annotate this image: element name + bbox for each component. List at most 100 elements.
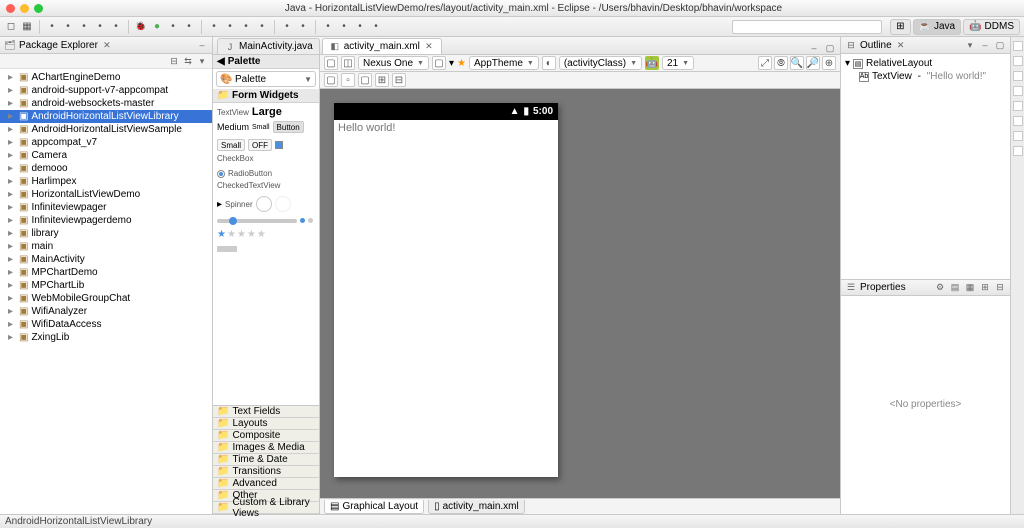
toolbar-icon[interactable] bbox=[280, 20, 294, 34]
design-canvas[interactable]: ▲ ▮ 5:00 Hello world! bbox=[320, 89, 840, 498]
close-view-icon[interactable]: ✕ bbox=[101, 39, 113, 51]
save-icon[interactable] bbox=[20, 20, 34, 34]
palette-dropdown[interactable]: 🎨 Palette▼ bbox=[216, 71, 316, 87]
api-dropdown[interactable]: 21▼ bbox=[662, 56, 694, 70]
toggle-off[interactable]: OFF bbox=[248, 139, 272, 151]
toolbar-icon[interactable] bbox=[61, 20, 75, 34]
project-item[interactable]: ▸▣AndroidHorizontalListViewSample bbox=[0, 123, 212, 136]
toolbar-icon[interactable] bbox=[166, 20, 180, 34]
toolbar-icon[interactable] bbox=[223, 20, 237, 34]
tab-xml-source[interactable]: ▯activity_main.xml bbox=[428, 500, 525, 514]
canvas-tool-icon[interactable]: ⊞ bbox=[375, 73, 389, 87]
editor-tab-xml[interactable]: ◧ activity_main.xml ✕ bbox=[322, 38, 442, 54]
toolbar-icon[interactable] bbox=[369, 20, 383, 34]
gutter-icon[interactable] bbox=[1013, 41, 1023, 51]
toolbar-icon[interactable] bbox=[337, 20, 351, 34]
prop-tool-icon[interactable]: ⊞ bbox=[979, 281, 991, 293]
checkbox-icon[interactable] bbox=[275, 141, 283, 149]
toolbar-icon[interactable] bbox=[255, 20, 269, 34]
run-icon[interactable] bbox=[150, 20, 164, 34]
tab-graphical-layout[interactable]: ▤Graphical Layout bbox=[324, 500, 424, 514]
debug-icon[interactable] bbox=[134, 20, 148, 34]
close-window[interactable] bbox=[6, 4, 15, 13]
project-item[interactable]: ▸▣android-support-v7-appcompat bbox=[0, 84, 212, 97]
palette-category[interactable]: 📁Advanced bbox=[213, 478, 319, 490]
new-icon[interactable] bbox=[4, 20, 18, 34]
toolbar-icon[interactable] bbox=[77, 20, 91, 34]
zoom-icon[interactable]: ⊕ bbox=[822, 56, 836, 70]
link-editor-icon[interactable]: ⇆ bbox=[182, 55, 194, 67]
project-item[interactable]: ▸▣Infiniteviewpager bbox=[0, 201, 212, 214]
rating-widget[interactable]: ★★★★★ bbox=[217, 229, 266, 240]
palette-category[interactable]: 📁Text Fields bbox=[213, 406, 319, 418]
prop-tool-icon[interactable]: ▦ bbox=[964, 281, 976, 293]
project-item[interactable]: ▸▣Infiniteviewpagerdemo bbox=[0, 214, 212, 227]
gutter-icon[interactable] bbox=[1013, 71, 1023, 81]
outline-tree[interactable]: ▾▤RelativeLayout AbTextView - "Hello wor… bbox=[841, 54, 1010, 279]
search-input[interactable] bbox=[732, 20, 882, 34]
hello-textview[interactable]: Hello world! bbox=[334, 120, 558, 136]
toggle-icon[interactable]: ▢ bbox=[324, 56, 338, 70]
project-item[interactable]: ▸▣AndroidHorizontalListViewLibrary bbox=[0, 110, 212, 123]
project-item[interactable]: ▸▣MPChartDemo bbox=[0, 266, 212, 279]
gutter-icon[interactable] bbox=[1013, 101, 1023, 111]
canvas-tool-icon[interactable]: ▫ bbox=[341, 73, 355, 87]
close-tab-icon[interactable]: ✕ bbox=[423, 41, 435, 53]
palette-category[interactable]: 📁Images & Media bbox=[213, 442, 319, 454]
gutter-icon[interactable] bbox=[1013, 116, 1023, 126]
toggle-icon[interactable]: ◫ bbox=[341, 56, 355, 70]
small-button[interactable]: Small bbox=[217, 139, 245, 151]
minimize-window[interactable] bbox=[20, 4, 29, 13]
form-widgets-header[interactable]: 📁 Form Widgets bbox=[213, 89, 319, 103]
project-item[interactable]: ▸▣WifiDataAccess bbox=[0, 318, 212, 331]
orientation-icon[interactable]: ▢ bbox=[432, 56, 446, 70]
gutter-icon[interactable] bbox=[1013, 86, 1023, 96]
activity-icon[interactable]: ◐ bbox=[542, 56, 556, 70]
zoom-out-icon[interactable]: 🔎 bbox=[806, 56, 820, 70]
project-item[interactable]: ▸▣MPChartLib bbox=[0, 279, 212, 292]
minimize-icon[interactable]: – bbox=[808, 42, 820, 54]
gutter-icon[interactable] bbox=[1013, 56, 1023, 66]
project-tree[interactable]: ▸▣AChartEngineDemo▸▣android-support-v7-a… bbox=[0, 69, 212, 514]
slider-widget[interactable] bbox=[217, 219, 297, 223]
project-item[interactable]: ▸▣appcompat_v7 bbox=[0, 136, 212, 149]
project-item[interactable]: ▸▣Camera bbox=[0, 149, 212, 162]
project-item[interactable]: ▸▣ZxingLib bbox=[0, 331, 212, 344]
minimize-view-icon[interactable]: – bbox=[196, 39, 208, 51]
canvas-tool-icon[interactable]: ▢ bbox=[358, 73, 372, 87]
toolbar-icon[interactable] bbox=[207, 20, 221, 34]
zoom-in-icon[interactable]: 🔍 bbox=[790, 56, 804, 70]
device-dropdown[interactable]: Nexus One▼ bbox=[358, 56, 429, 70]
toolbar-icon[interactable] bbox=[109, 20, 123, 34]
canvas-tool-icon[interactable]: ▢ bbox=[324, 73, 338, 87]
project-item[interactable]: ▸▣Harlimpex bbox=[0, 175, 212, 188]
open-perspective[interactable]: ⊞ bbox=[890, 19, 910, 35]
toolbar-icon[interactable] bbox=[45, 20, 59, 34]
activity-dropdown[interactable]: (activityClass)▼ bbox=[559, 56, 642, 70]
project-item[interactable]: ▸▣library bbox=[0, 227, 212, 240]
project-item[interactable]: ▸▣demooo bbox=[0, 162, 212, 175]
prop-tool-icon[interactable]: ▤ bbox=[949, 281, 961, 293]
zoom-window[interactable] bbox=[34, 4, 43, 13]
zoom-reset-icon[interactable]: ⦾ bbox=[774, 56, 788, 70]
project-item[interactable]: ▸▣HorizontalListViewDemo bbox=[0, 188, 212, 201]
gutter-icon[interactable] bbox=[1013, 131, 1023, 141]
perspective-ddms[interactable]: 🤖DDMS bbox=[963, 19, 1020, 35]
theme-dropdown[interactable]: AppTheme▼ bbox=[469, 56, 539, 70]
project-item[interactable]: ▸▣android-websockets-master bbox=[0, 97, 212, 110]
radio-icon[interactable] bbox=[217, 170, 225, 178]
toolbar-icon[interactable] bbox=[93, 20, 107, 34]
close-view-icon[interactable]: ✕ bbox=[895, 39, 907, 51]
project-item[interactable]: ▸▣WebMobileGroupChat bbox=[0, 292, 212, 305]
gutter-icon[interactable] bbox=[1013, 146, 1023, 156]
canvas-tool-icon[interactable]: ⊟ bbox=[392, 73, 406, 87]
toolbar-icon[interactable] bbox=[296, 20, 310, 34]
palette-category[interactable]: 📁Layouts bbox=[213, 418, 319, 430]
maximize-icon[interactable]: ▢ bbox=[824, 42, 836, 54]
project-item[interactable]: ▸▣MainActivity bbox=[0, 253, 212, 266]
view-menu-icon[interactable]: ▾ bbox=[964, 39, 976, 51]
expand-icon[interactable]: ▸ bbox=[217, 199, 222, 210]
filter-icon[interactable]: ⚙ bbox=[934, 281, 946, 293]
project-item[interactable]: ▸▣AChartEngineDemo bbox=[0, 71, 212, 84]
palette-category[interactable]: 📁Composite bbox=[213, 430, 319, 442]
